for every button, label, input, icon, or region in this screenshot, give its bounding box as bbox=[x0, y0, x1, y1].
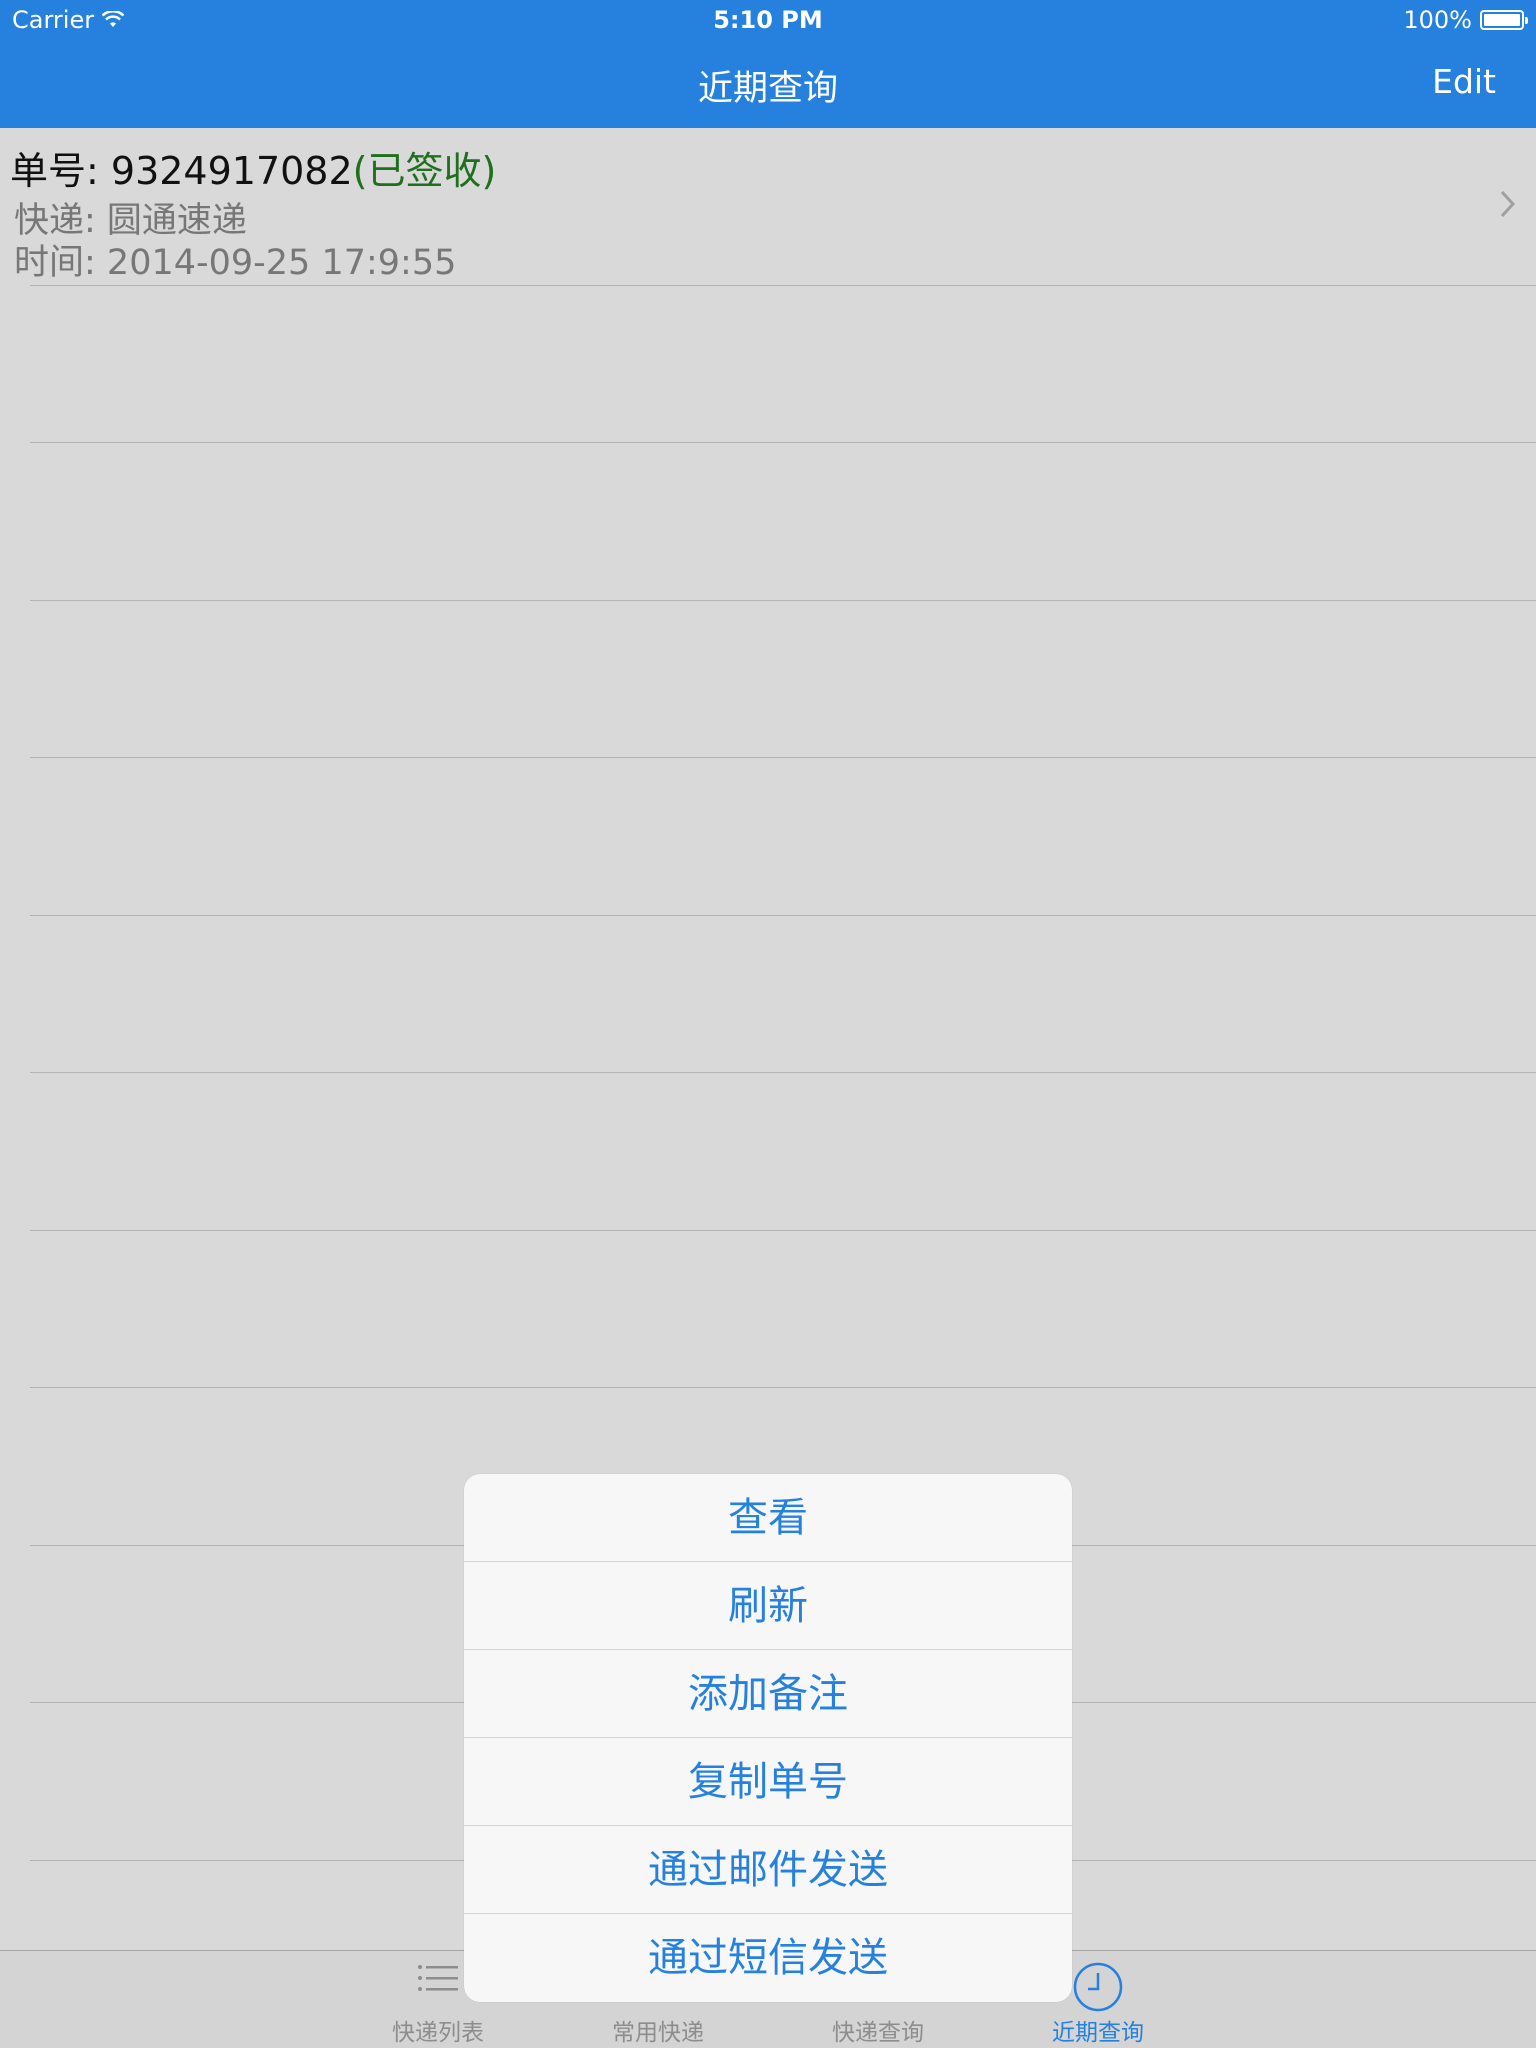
page-title: 近期查询 bbox=[697, 69, 838, 109]
record-number-label: 单号: bbox=[10, 149, 111, 193]
action-sheet: 查看 刷新 添加备注 复制单号 通过邮件发送 通过短信发送 bbox=[464, 1474, 1072, 2002]
record-time-label: 时间: bbox=[14, 243, 107, 283]
status-battery: 100% bbox=[1403, 6, 1528, 34]
clock-icon bbox=[1072, 1961, 1124, 2017]
record-time-line: 时间: 2014-09-25 17:9:55 bbox=[14, 234, 456, 285]
refresh-button[interactable]: 刷新 bbox=[464, 1562, 1072, 1650]
tab-label: 快递列表 bbox=[392, 2020, 484, 2046]
table-row[interactable]: 单号: 9324917082(已签收) 快递: 圆通速递 时间: 2014-09… bbox=[0, 128, 1536, 286]
table-row bbox=[30, 601, 1536, 758]
table-row bbox=[30, 443, 1536, 601]
add-note-button[interactable]: 添加备注 bbox=[464, 1650, 1072, 1738]
tab-label: 快递查询 bbox=[832, 2020, 924, 2046]
status-badge: (已签收) bbox=[352, 149, 497, 193]
tab-label: 常用快递 bbox=[612, 2020, 704, 2046]
app-screen: Carrier 5:10 PM 100% 近期查询 Edit 单号: 93249… bbox=[0, 0, 1536, 2048]
status-time: 5:10 PM bbox=[713, 6, 823, 34]
battery-icon bbox=[1480, 10, 1528, 30]
record-number-line: 单号: 9324917082(已签收) bbox=[10, 140, 496, 195]
copy-number-button[interactable]: 复制单号 bbox=[464, 1738, 1072, 1826]
send-via-sms-button[interactable]: 通过短信发送 bbox=[464, 1914, 1072, 2002]
navigation-bar: Carrier 5:10 PM 100% 近期查询 Edit bbox=[0, 0, 1536, 128]
table-row bbox=[30, 286, 1536, 443]
list-icon bbox=[416, 1961, 460, 2001]
table-row bbox=[30, 1231, 1536, 1388]
table-row bbox=[30, 916, 1536, 1073]
record-time: 2014-09-25 17:9:55 bbox=[106, 243, 457, 283]
record-number: 9324917082 bbox=[110, 149, 353, 193]
edit-button[interactable]: Edit bbox=[1432, 62, 1496, 101]
send-via-email-button[interactable]: 通过邮件发送 bbox=[464, 1826, 1072, 1914]
view-button[interactable]: 查看 bbox=[464, 1474, 1072, 1562]
battery-percent: 100% bbox=[1403, 6, 1472, 34]
table-row bbox=[30, 758, 1536, 916]
tab-label: 近期查询 bbox=[1052, 2020, 1144, 2046]
chevron-right-icon bbox=[1500, 190, 1516, 222]
table-row bbox=[30, 1073, 1536, 1231]
